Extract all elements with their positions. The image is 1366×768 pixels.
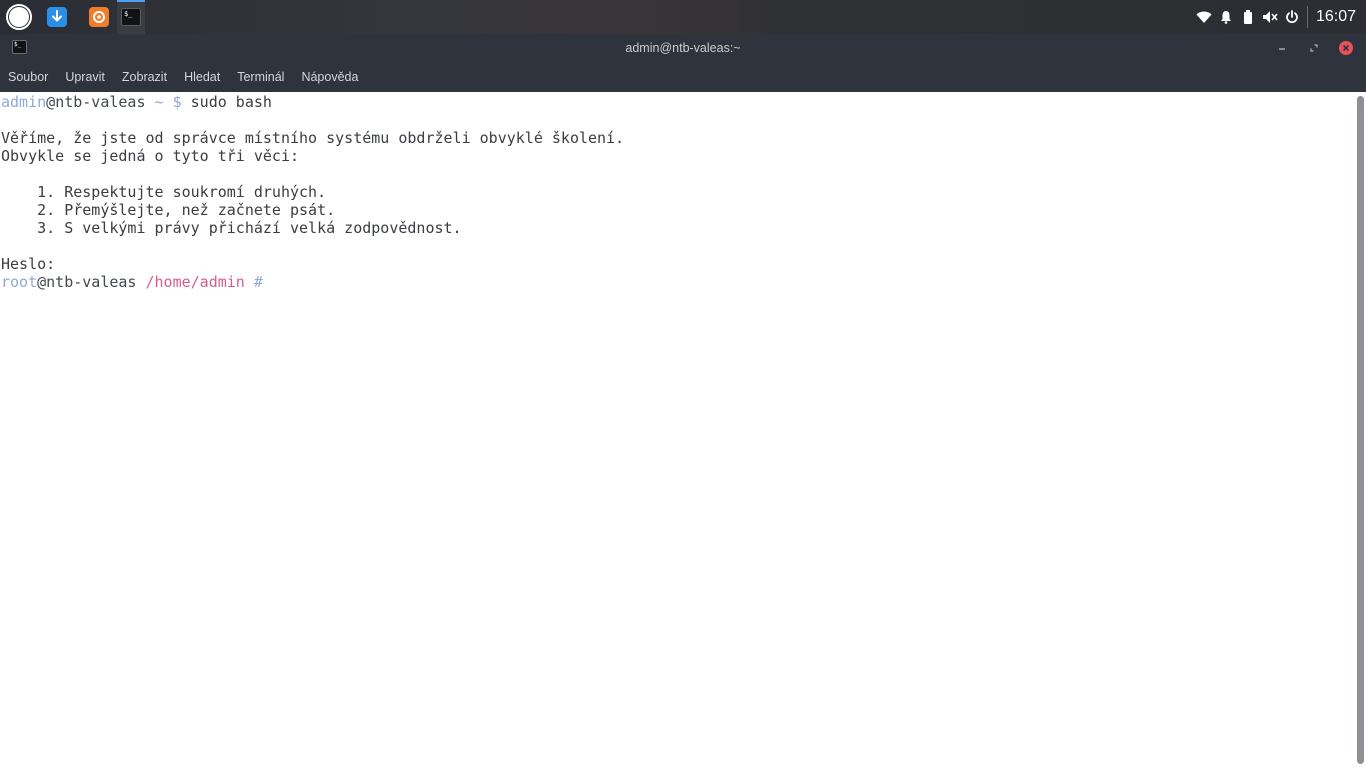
volume-muted-icon[interactable] bbox=[1259, 0, 1281, 34]
wifi-icon[interactable] bbox=[1193, 0, 1215, 34]
prompt-symbol: # bbox=[244, 273, 263, 291]
terminal-icon: $_ bbox=[121, 8, 141, 26]
prompt-host: ntb-valeas bbox=[46, 273, 137, 291]
prompt-host: ntb-valeas bbox=[55, 93, 146, 111]
clock[interactable]: 16:07 bbox=[1316, 8, 1366, 26]
close-icon bbox=[1339, 41, 1353, 55]
prompt-dir: ~ bbox=[145, 93, 164, 111]
output-line: 1. Respektujte soukromí druhých. bbox=[1, 183, 327, 201]
menu-hledat[interactable]: Hledat bbox=[184, 70, 220, 84]
prompt-user: admin bbox=[1, 93, 47, 111]
menu-zobrazit[interactable]: Zobrazit bbox=[122, 70, 167, 84]
application-menu-button[interactable] bbox=[4, 0, 34, 34]
prompt-command: sudo bash bbox=[181, 93, 272, 111]
prompt-dir: /home/admin bbox=[136, 273, 245, 291]
power-icon[interactable] bbox=[1281, 0, 1303, 34]
bell-icon[interactable] bbox=[1215, 0, 1237, 34]
prompt-at: @ bbox=[46, 93, 56, 111]
password-prompt: Heslo: bbox=[1, 255, 56, 273]
output-line: Obvykle se jedná o tyto tři věci: bbox=[1, 147, 300, 165]
prompt-line-admin: admin@ntb-valeas ~ $ sudo bash bbox=[1, 93, 1354, 111]
menu-upravit[interactable]: Upravit bbox=[65, 70, 105, 84]
top-panel: $_ 16:07 bbox=[0, 0, 1366, 34]
menu-napoveda[interactable]: Nápověda bbox=[301, 70, 358, 84]
minimize-icon bbox=[1279, 48, 1285, 50]
battery-icon[interactable] bbox=[1237, 0, 1259, 34]
browser-icon bbox=[89, 7, 109, 27]
menu-terminal[interactable]: Terminál bbox=[237, 70, 284, 84]
output-line: Věříme, že jste od správce místního syst… bbox=[1, 129, 625, 147]
menu-soubor[interactable]: Soubor bbox=[8, 70, 48, 84]
taskbar-terminal[interactable]: $_ bbox=[117, 0, 145, 34]
system-tray: 16:07 bbox=[1193, 0, 1366, 34]
menubar: Soubor Upravit Zobrazit Hledat Terminál … bbox=[0, 62, 1366, 92]
menu-icon bbox=[6, 4, 32, 30]
download-manager-icon bbox=[47, 7, 67, 27]
close-button[interactable] bbox=[1334, 34, 1358, 62]
taskbar-browser[interactable] bbox=[86, 0, 112, 34]
output-line: 3. S velkými právy přichází velká zodpov… bbox=[1, 219, 462, 237]
prompt-symbol: $ bbox=[163, 93, 182, 111]
output-line: 2. Přemýšlejte, než začnete psát. bbox=[1, 201, 336, 219]
window-titlebar[interactable]: $_ admin@ntb-valeas:~ bbox=[0, 34, 1366, 62]
tray-separator bbox=[1306, 6, 1308, 28]
prompt-line-root: root@ntb-valeas /home/admin # bbox=[1, 273, 1354, 291]
maximize-button[interactable] bbox=[1302, 34, 1326, 62]
prompt-user: root bbox=[1, 273, 38, 291]
terminal-scrollbar[interactable] bbox=[1354, 92, 1366, 768]
terminal-output[interactable]: admin@ntb-valeas ~ $ sudo bash Věříme, ž… bbox=[0, 92, 1354, 768]
scrollbar-thumb[interactable] bbox=[1357, 96, 1364, 764]
taskbar-download-manager[interactable] bbox=[44, 0, 70, 34]
prompt-at: @ bbox=[37, 273, 47, 291]
maximize-icon bbox=[1310, 44, 1318, 52]
minimize-button[interactable] bbox=[1270, 34, 1294, 62]
window-title: admin@ntb-valeas:~ bbox=[625, 41, 741, 55]
